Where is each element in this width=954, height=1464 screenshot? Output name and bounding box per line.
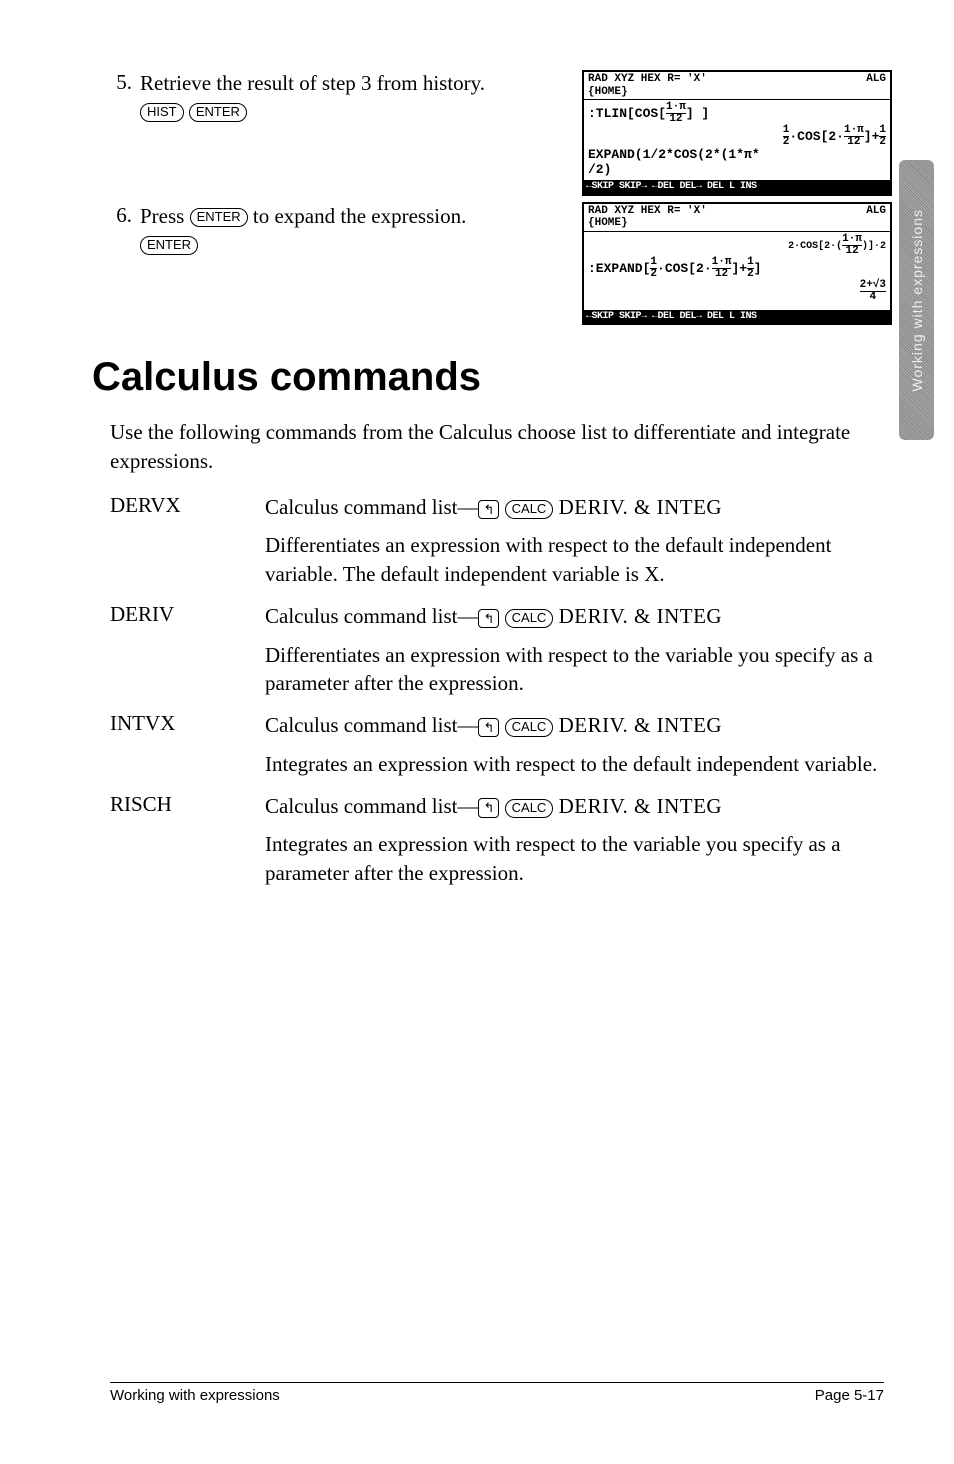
cmd-path-post: DERIV. & INTEG xyxy=(559,495,723,519)
scr2-hdr-left: RAD XYZ HEX R= 'X' xyxy=(588,205,707,217)
left-shift-icon: ↰ xyxy=(478,798,499,818)
left-shift-icon: ↰ xyxy=(478,609,499,629)
calc-screenshot-1: RAD XYZ HEX R= 'X' {HOME} ALG :TLIN[COS[… xyxy=(582,70,892,196)
cmd-desc: Differentiates an expression with respec… xyxy=(265,641,894,698)
scr2-hdr-sub: {HOME} xyxy=(588,217,628,229)
scr1-hdr-sub: {HOME} xyxy=(588,86,628,98)
scr1-menu: ←SKIP SKIP→ ←DEL DEL→ DEL L INS xyxy=(584,180,890,194)
section-intro: Use the following commands from the Calc… xyxy=(110,418,894,475)
key-enter-inline: ENTER xyxy=(190,208,248,227)
left-shift-icon: ↰ xyxy=(478,718,499,738)
key-enter: ENTER xyxy=(189,103,247,122)
step-5: 5. Retrieve the result of step 3 from hi… xyxy=(110,70,574,125)
cmd-path-pre: Calculus command list— xyxy=(265,794,478,818)
footer-right: Page 5-17 xyxy=(815,1387,884,1404)
calc-screenshot-2: RAD XYZ HEX R= 'X' {HOME} ALG 2·COS[2·(1… xyxy=(582,202,892,326)
step-6: 6. Press ENTER to expand the expression.… xyxy=(110,203,574,258)
cmd-desc: Integrates an expression with respect to… xyxy=(265,830,894,887)
cmd-path-post: DERIV. & INTEG xyxy=(559,713,723,737)
scr1-hdr-left: RAD XYZ HEX R= 'X' xyxy=(588,73,707,85)
section-title: Calculus commands xyxy=(92,355,894,400)
cmd-risch: RISCH Calculus command list—↰ CALC DERIV… xyxy=(110,792,894,887)
cmd-name: RISCH xyxy=(110,792,265,887)
key-enter: ENTER xyxy=(140,236,198,255)
cmd-dervx: DERVX Calculus command list—↰ CALC DERIV… xyxy=(110,493,894,588)
scr2-menu: ←SKIP SKIP→ ←DEL DEL→ DEL L INS xyxy=(584,310,890,324)
side-tab-label: Working with expressions xyxy=(909,209,925,391)
cmd-path-pre: Calculus command list— xyxy=(265,495,478,519)
side-tab: Working with expressions xyxy=(899,160,934,440)
cmd-name: DERVX xyxy=(110,493,265,588)
cmd-name: DERIV xyxy=(110,602,265,697)
cmd-path-pre: Calculus command list— xyxy=(265,713,478,737)
scr1-line4: /2) xyxy=(588,163,886,178)
cmd-path-post: DERIV. & INTEG xyxy=(559,794,723,818)
step-body: Retrieve the result of step 3 from histo… xyxy=(140,70,574,125)
scr1-hdr-right: ALG xyxy=(866,73,886,98)
cmd-intvx: INTVX Calculus command list—↰ CALC DERIV… xyxy=(110,711,894,778)
cmd-desc: Differentiates an expression with respec… xyxy=(265,531,894,588)
cmd-path-pre: Calculus command list— xyxy=(265,604,478,628)
step-body: Press ENTER to expand the expression. EN… xyxy=(140,203,574,258)
cmd-path-post: DERIV. & INTEG xyxy=(559,604,723,628)
left-shift-icon: ↰ xyxy=(478,500,499,520)
key-calc: CALC xyxy=(505,609,554,628)
step-text-pre: Press xyxy=(140,204,190,228)
cmd-name: INTVX xyxy=(110,711,265,778)
key-calc: CALC xyxy=(505,799,554,818)
scr1-line3: EXPAND(1/2*COS(2*(1*π* xyxy=(588,148,886,163)
cmd-deriv: DERIV Calculus command list—↰ CALC DERIV… xyxy=(110,602,894,697)
step-number: 6. xyxy=(110,203,140,228)
step-text-post: to expand the expression. xyxy=(248,204,467,228)
step-text: Retrieve the result of step 3 from histo… xyxy=(140,71,485,95)
cmd-desc: Integrates an expression with respect to… xyxy=(265,750,894,778)
page-footer: Working with expressions Page 5-17 xyxy=(110,1382,884,1404)
key-calc: CALC xyxy=(505,500,554,519)
key-calc: CALC xyxy=(505,718,554,737)
scr2-hdr-right: ALG xyxy=(866,205,886,230)
step-number: 5. xyxy=(110,70,140,95)
footer-left: Working with expressions xyxy=(110,1387,280,1404)
key-hist: HIST xyxy=(140,103,184,122)
